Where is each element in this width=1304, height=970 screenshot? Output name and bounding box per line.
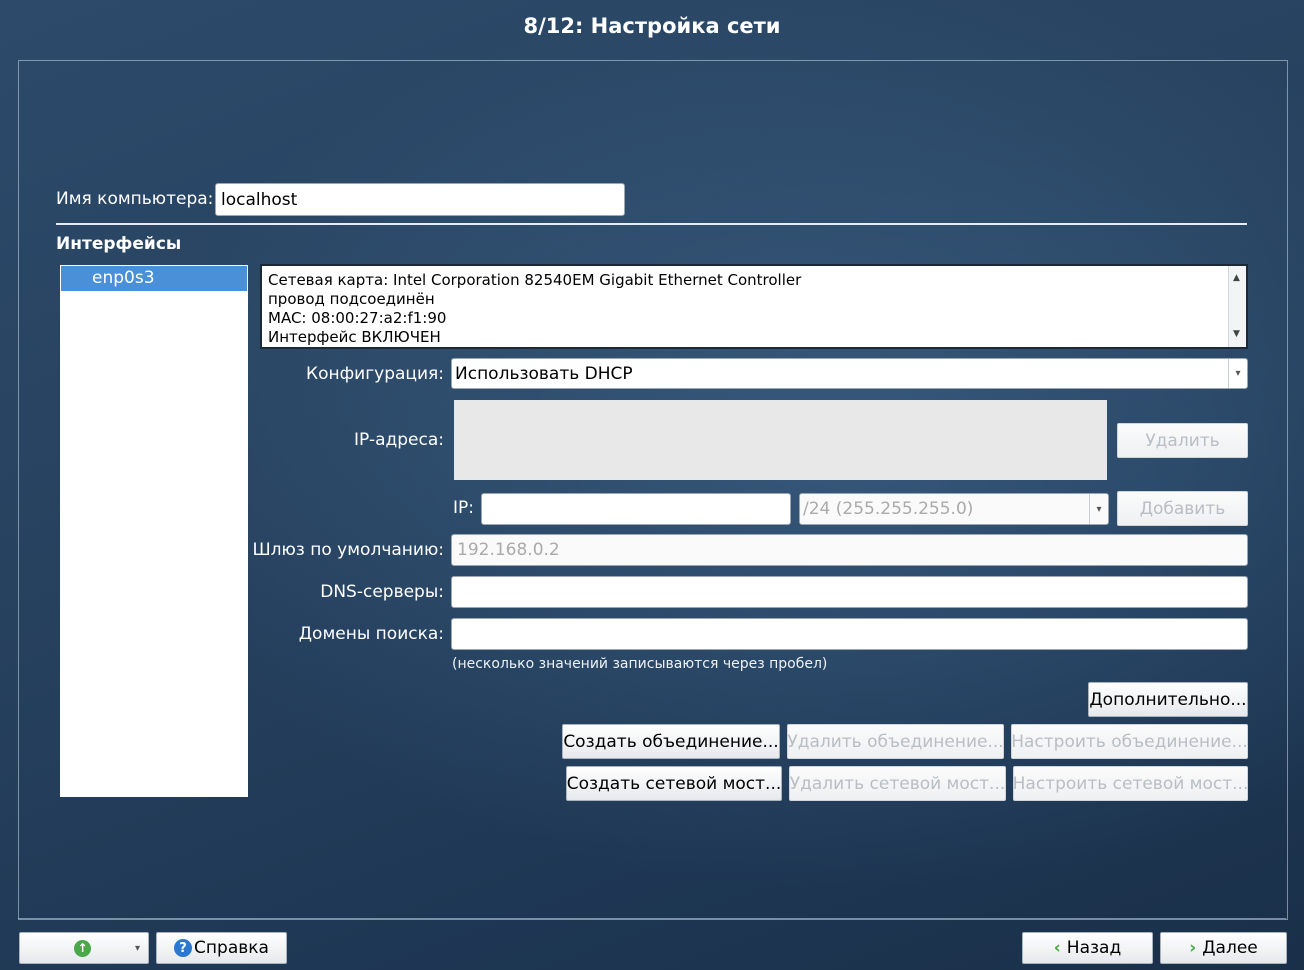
config-select[interactable]: Использовать DHCP ▾ [451,358,1248,389]
interfaces-heading: Интерфейсы [56,234,182,254]
search-domains-input[interactable] [451,618,1248,650]
advanced-button[interactable]: Дополнительно... [1088,682,1248,717]
update-menu-button[interactable]: ↑ ▾ [19,932,149,964]
search-domains-label: Домены поиска: [298,624,444,644]
hostname-label: Имя компьютера: [56,189,214,209]
delete-bond-button[interactable]: Удалить объединение... [787,724,1004,759]
window-title: 8/12: Настройка сети [523,14,781,38]
netmask-value: /24 (255.255.255.0) [803,499,974,519]
interface-item-enp0s3[interactable]: enp0s3 [61,266,247,291]
info-line: Интерфейс ВКЛЮЧЕН [268,328,441,346]
dns-label: DNS-серверы: [320,582,444,602]
info-line: MAC: 08:00:27:a2:f1:90 [268,309,447,327]
info-line: провод подсоединён [268,290,435,308]
create-bridge-button[interactable]: Создать сетевой мост... [566,766,782,801]
ip-addresses-list[interactable] [454,400,1107,480]
configure-bridge-button[interactable]: Настроить сетевой мост... [1013,766,1248,801]
help-button[interactable]: ? Справка [156,932,287,964]
add-ip-button[interactable]: Добавить [1117,491,1248,526]
config-value: Использовать DHCP [455,363,633,384]
chevron-right-icon: › [1189,938,1197,958]
gateway-label: Шлюз по умолчанию: [252,540,444,560]
back-button[interactable]: ‹ Назад [1022,932,1153,964]
back-label: Назад [1066,938,1122,958]
delete-ip-button[interactable]: Удалить [1117,423,1248,458]
chevron-left-icon: ‹ [1053,938,1061,958]
ip-addresses-label: IP-адреса: [354,430,444,450]
next-button[interactable]: › Далее [1160,932,1287,964]
hostname-input[interactable]: localhost [215,183,625,216]
scroll-up-icon[interactable]: ▲ [1233,269,1240,288]
dns-input[interactable] [451,576,1248,608]
info-line: Сетевая карта: Intel Corporation 82540EM… [268,271,802,289]
arrow-up-circle-icon: ↑ [74,939,91,957]
configure-bond-button[interactable]: Настроить объединение... [1011,724,1248,759]
chevron-down-icon[interactable]: ▾ [1089,494,1108,524]
hint-text: (несколько значений записываются через п… [452,656,828,672]
info-scrollbar[interactable]: ▲ ▼ [1228,266,1246,347]
scroll-down-icon[interactable]: ▼ [1233,325,1240,344]
gateway-input[interactable]: 192.168.0.2 [451,534,1248,566]
interface-info-box: Сетевая карта: Intel Corporation 82540EM… [260,264,1248,349]
config-label: Конфигурация: [306,364,444,384]
divider [56,223,1247,225]
chevron-down-icon[interactable]: ▾ [1228,359,1247,388]
next-label: Далее [1202,938,1258,958]
ip-label: IP: [453,498,474,518]
delete-bridge-button[interactable]: Удалить сетевой мост... [789,766,1006,801]
bottom-divider [18,918,1286,919]
help-icon: ? [174,939,193,957]
ip-input[interactable] [481,493,791,525]
netmask-select[interactable]: /24 (255.255.255.0) ▾ [799,493,1109,525]
chevron-down-icon[interactable]: ▾ [135,943,140,954]
help-label: Справка [194,938,269,958]
create-bond-button[interactable]: Создать объединение... [562,724,780,759]
interfaces-list[interactable]: enp0s3 [60,265,248,797]
